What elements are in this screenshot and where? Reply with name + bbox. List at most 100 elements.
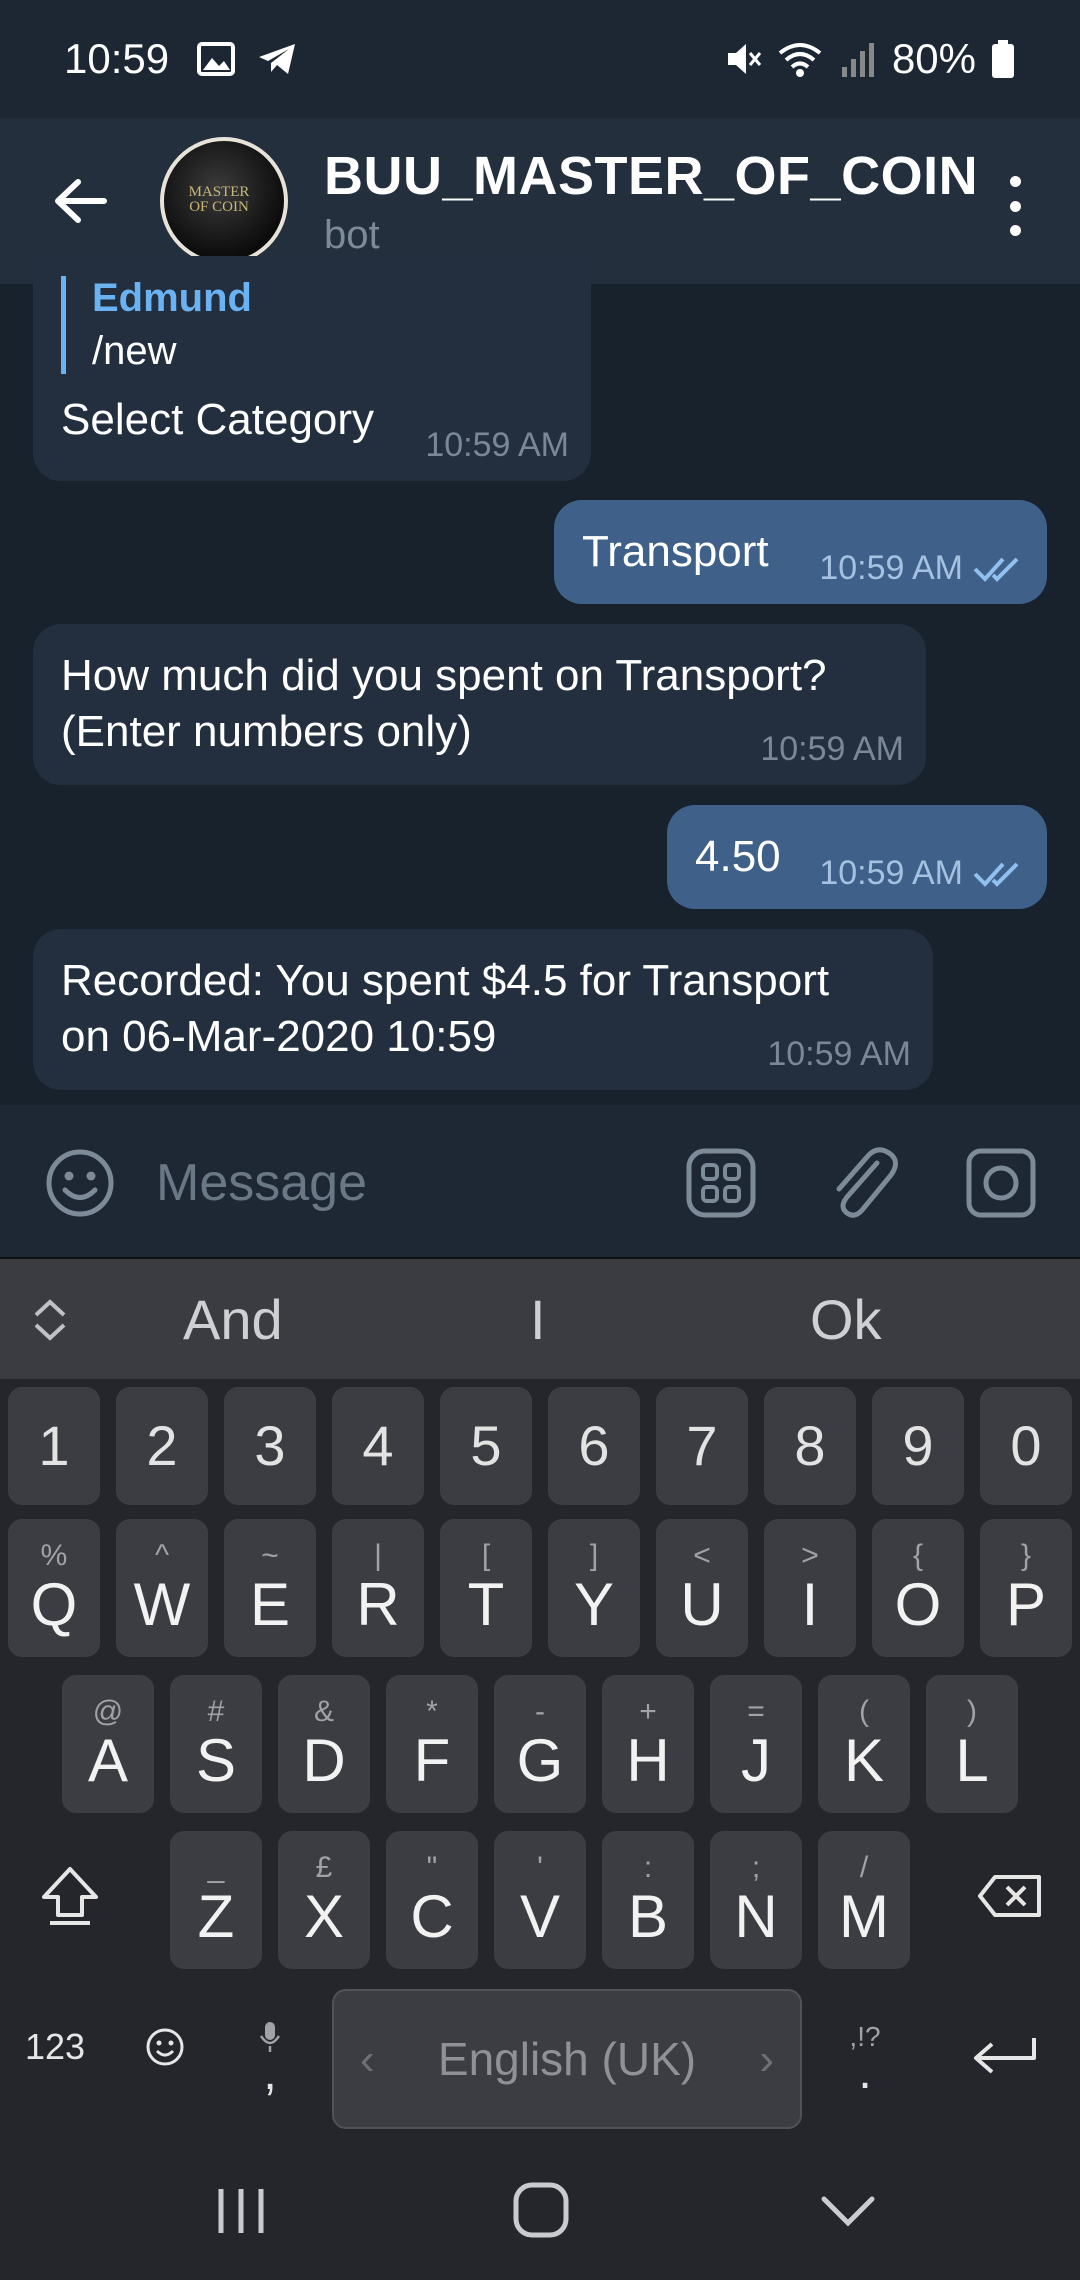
key-s[interactable]: # S (170, 1675, 262, 1813)
message-incoming[interactable]: How much did you spent on Transport? (En… (33, 624, 926, 785)
key-b[interactable]: :B (602, 1831, 694, 1969)
suggestion-word[interactable]: I (530, 1287, 546, 1352)
key-label: N (734, 1883, 778, 1950)
battery-percent: 80% (891, 35, 976, 82)
bot-avatar[interactable]: MASTER OF COIN (160, 137, 288, 265)
key-e[interactable]: ~ E (224, 1519, 316, 1657)
key-u[interactable]: < U (656, 1519, 748, 1657)
message-text-line: How much did you spent on Transport? (61, 651, 827, 700)
key-5[interactable]: 5 (440, 1387, 532, 1505)
key-alt-label: ) (967, 1695, 977, 1728)
wifi-icon (778, 43, 822, 77)
key-g[interactable]: -G (494, 1675, 586, 1813)
key-q[interactable]: % Q (8, 1519, 100, 1657)
emoji-key[interactable] (120, 1997, 210, 2097)
message-text: Select Category (61, 395, 375, 444)
key-label: S (195, 1727, 237, 1794)
key-o[interactable]: {O (872, 1519, 964, 1657)
key-alt-label: / (859, 1851, 869, 1884)
back-chevron-icon[interactable] (820, 2193, 876, 2229)
key-label: L (955, 1727, 989, 1794)
battery-icon (992, 40, 1014, 78)
comma-key[interactable]: , (230, 1997, 310, 2117)
key-w[interactable]: ^ W (116, 1519, 208, 1657)
attach-icon[interactable] (825, 1143, 901, 1223)
space-label: English (UK) (437, 2033, 697, 2085)
suggestion-word[interactable]: Ok (810, 1287, 882, 1352)
message-meta: 10:59 AM (819, 854, 1025, 893)
key-k[interactable]: (K (818, 1675, 910, 1813)
key-l[interactable]: ) L (926, 1675, 1018, 1813)
enter-key[interactable] (950, 1997, 1060, 2117)
numbers-mode-key[interactable]: 123 (10, 1997, 100, 2097)
key-8[interactable]: 8 (764, 1387, 856, 1505)
key-2[interactable]: 2 (116, 1387, 208, 1505)
key-z[interactable]: _ Z (170, 1831, 262, 1969)
bot-commands-icon[interactable] (685, 1147, 757, 1219)
key-x[interactable]: £ X (278, 1831, 370, 1969)
key-i[interactable]: > I (764, 1519, 856, 1657)
key-alt-label: : (643, 1851, 653, 1884)
menu-dot (1009, 225, 1021, 236)
message-input[interactable]: Message (156, 1153, 367, 1213)
key-h[interactable]: + H (602, 1675, 694, 1813)
key-label: 3 (254, 1414, 286, 1477)
key-label: P (1005, 1571, 1047, 1638)
key-label: B (627, 1883, 669, 1950)
suggestion-word[interactable]: And (183, 1287, 283, 1352)
chat-title-block[interactable]: BUU_MASTER_OF_COIN bot (324, 145, 978, 258)
reply-preview[interactable]: Edmund /new (61, 276, 374, 374)
key-label: T (467, 1571, 505, 1638)
key-r[interactable]: | R (332, 1519, 424, 1657)
key-alt-label: ^ (154, 1539, 170, 1572)
key-7[interactable]: 7 (656, 1387, 748, 1505)
key-1[interactable]: 1 (8, 1387, 100, 1505)
key-alt-label: ( (859, 1695, 869, 1728)
key-alt-label: + (639, 1695, 657, 1728)
key-alt-label: < (693, 1539, 711, 1572)
key-alt-label: ~ (261, 1539, 279, 1572)
key-label: J (741, 1727, 771, 1794)
key-alt-label: " (426, 1851, 438, 1884)
message-outgoing[interactable]: Transport 10:59 AM (554, 500, 1047, 604)
camera-icon[interactable] (965, 1147, 1037, 1219)
key-t[interactable]: [T (440, 1519, 532, 1657)
shift-key[interactable] (20, 1837, 120, 1955)
key-p[interactable]: } P (980, 1519, 1072, 1657)
period-key[interactable]: ,!? . (820, 1997, 910, 2117)
key-n[interactable]: ; N (710, 1831, 802, 1969)
key-0[interactable]: 0 (980, 1387, 1072, 1505)
message-outgoing[interactable]: 4.50 10:59 AM (667, 805, 1047, 909)
key-j[interactable]: = J (710, 1675, 802, 1813)
home-icon[interactable] (512, 2181, 570, 2239)
emoji-icon[interactable] (44, 1147, 116, 1219)
key-m[interactable]: / M (818, 1831, 910, 1969)
key-y[interactable]: ] Y (548, 1519, 640, 1657)
key-v[interactable]: ' V (494, 1831, 586, 1969)
key-4[interactable]: 4 (332, 1387, 424, 1505)
key-a[interactable]: @ A (62, 1675, 154, 1813)
gallery-icon (197, 42, 236, 76)
key-label: 7 (686, 1414, 718, 1477)
more-menu-button[interactable] (1000, 176, 1030, 236)
expand-toolbar-icon[interactable] (30, 1297, 70, 1343)
message-text: Transport (582, 527, 769, 576)
message-text: 4.50 (695, 832, 781, 881)
mute-icon (727, 44, 762, 74)
message-meta: 10:59 AM (767, 1035, 911, 1074)
key-6[interactable]: 6 (548, 1387, 640, 1505)
message-incoming[interactable]: Edmund /new Select Category 10:59 AM (33, 256, 591, 481)
key-f[interactable]: * F (386, 1675, 478, 1813)
message-time: 10:59 AM (819, 854, 963, 892)
key-label: H (626, 1727, 670, 1794)
key-c[interactable]: " C (386, 1831, 478, 1969)
key-3[interactable]: 3 (224, 1387, 316, 1505)
key-d[interactable]: & D (278, 1675, 370, 1813)
backspace-key[interactable] (960, 1837, 1060, 1955)
chat-subtitle: bot (324, 212, 380, 257)
recent-apps-icon[interactable] (215, 2183, 267, 2239)
message-incoming[interactable]: Recorded: You spent $4.5 for Transport o… (33, 929, 933, 1090)
key-9[interactable]: 9 (872, 1387, 964, 1505)
key-alt-label: £ (315, 1851, 333, 1884)
space-key[interactable]: ‹ English (UK) › (332, 1989, 802, 2129)
